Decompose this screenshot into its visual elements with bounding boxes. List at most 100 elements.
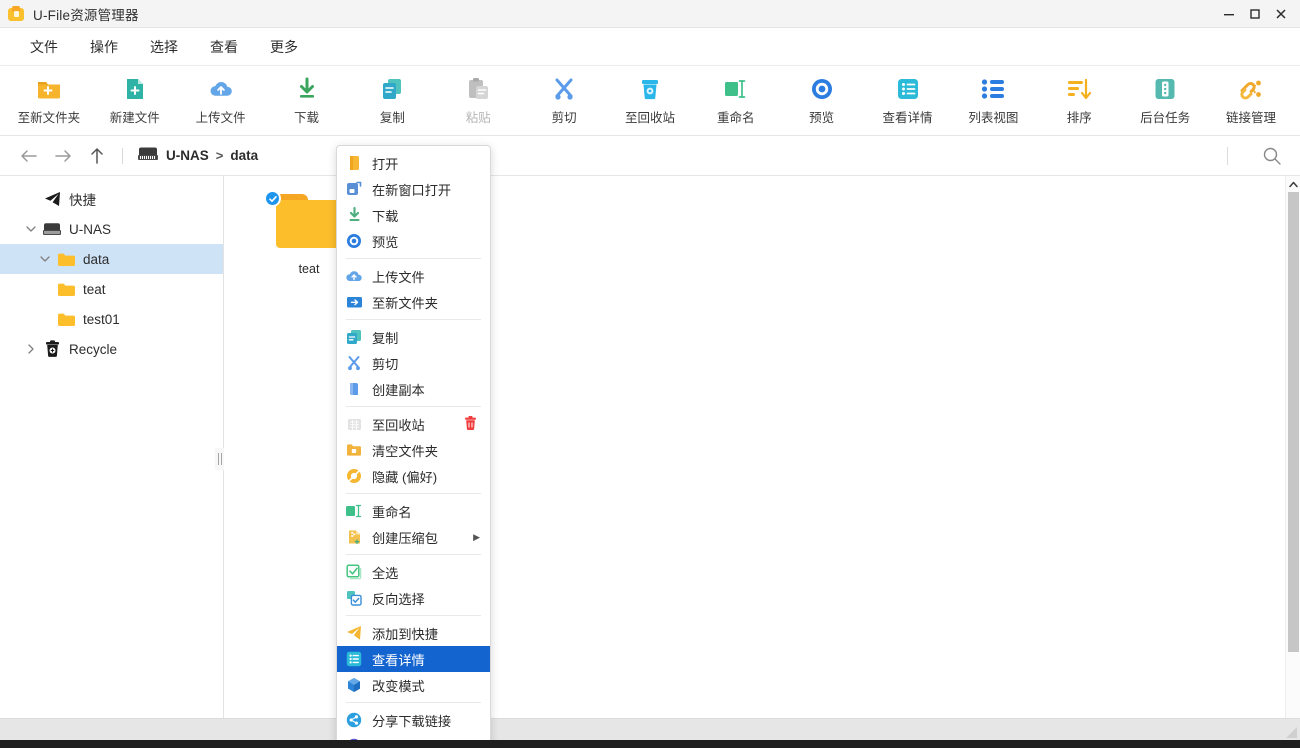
rename-icon [723,76,749,102]
context-menu-item-recycle-bin[interactable]: 至回收站 [337,411,490,437]
toolbar-label: 上传文件 [196,107,246,126]
minimize-icon[interactable] [1216,1,1242,27]
cloud-upload-icon [345,267,363,285]
context-menu-separator [346,319,481,320]
context-menu-item-preview[interactable]: 预览 [337,228,490,254]
toolbar-button-new-file[interactable]: 新建文件 [92,70,178,132]
toolbar-button-details[interactable]: 查看详情 [865,70,951,132]
context-menu-item-hide[interactable]: 隐藏 (偏好) [337,463,490,489]
context-menu-item-cut[interactable]: 剪切 [337,350,490,376]
paste-icon [465,76,491,102]
toolbar-button-paste[interactable]: 粘贴 [435,70,521,132]
context-menu-label: 隐藏 (偏好) [372,467,437,486]
invert-selection-icon [345,589,363,607]
context-menu-label: 打开 [372,154,398,173]
toolbar-button-link-manage[interactable]: 链接管理 [1208,70,1294,132]
toolbar-button-tasks[interactable]: 后台任务 [1122,70,1208,132]
download-icon [345,206,363,224]
menu-select[interactable]: 选择 [134,28,194,66]
eye-target-icon [809,76,835,102]
toolbar-button-upload[interactable]: 上传文件 [178,70,264,132]
status-bar [0,718,1300,740]
sidebar-item-shortcut[interactable]: 快捷 [0,184,223,214]
context-menu-item-create-archive[interactable]: 创建压缩包 ▶ [337,524,490,550]
context-menu-item-copy[interactable]: 复制 [337,324,490,350]
arrow-left-icon[interactable] [12,139,46,173]
toolbar-button-preview[interactable]: 预览 [779,70,865,132]
context-menu-item-open[interactable]: 打开 [337,150,490,176]
context-menu-item-share-upload-link[interactable]: 分享上传链接 [337,733,490,740]
context-menu-item-share-download-link[interactable]: 分享下载链接 [337,707,490,733]
context-menu-item-select-all[interactable]: 全选 [337,559,490,585]
vertical-scrollbar[interactable] [1285,176,1300,731]
toolbar-button-copy[interactable]: 复制 [349,70,435,132]
sidebar-item-unas[interactable]: U-NAS [0,214,223,244]
maximize-icon[interactable] [1242,1,1268,27]
arrow-right-icon[interactable] [46,139,80,173]
context-menu-item-invert-selection[interactable]: 反向选择 [337,585,490,611]
context-menu-item-rename[interactable]: 重命名 [337,498,490,524]
menu-action[interactable]: 操作 [74,28,134,66]
recycle-bin-icon [345,415,363,433]
sidebar-item-test01[interactable]: test01 [0,304,223,334]
sidebar-item-label: Recycle [69,342,117,357]
chevron-down-icon[interactable] [20,225,42,233]
context-menu-item-add-shortcut[interactable]: 添加到快捷 [337,620,490,646]
sidebar-item-teat[interactable]: teat [0,274,223,304]
toolbar-button-list-view[interactable]: 列表视图 [950,70,1036,132]
sidebar-splitter[interactable] [215,448,224,470]
context-menu[interactable]: 打开 在新窗口打开 下载 预览 上传文件 [336,145,491,740]
toolbar-button-sort[interactable]: 排序 [1036,70,1122,132]
resize-grip-icon[interactable] [1285,726,1298,739]
toolbar-label: 剪切 [552,107,577,126]
sidebar-item-label: test01 [83,312,120,327]
file-tile-label: teat [299,262,320,276]
send-icon [345,624,363,642]
chevron-right-icon[interactable] [20,344,42,354]
sidebar-item-label: U-NAS [69,222,111,237]
context-menu-item-empty-folder[interactable]: 清空文件夹 [337,437,490,463]
sidebar: 快捷 U-NAS [0,176,224,731]
context-menu-item-upload[interactable]: 上传文件 [337,263,490,289]
chevron-down-icon[interactable] [34,255,56,263]
toolbar-button-download[interactable]: 下载 [264,70,350,132]
toolbar-label: 链接管理 [1226,107,1276,126]
send-icon [42,191,62,208]
breadcrumb-item-0[interactable]: U-NAS [166,148,209,163]
toolbar: 至新文件夹 新建文件 上传文件 [0,66,1300,136]
context-menu-item-change-mode[interactable]: 改变模式 [337,672,490,698]
toolbar-label: 粘贴 [466,107,491,126]
close-icon[interactable] [1268,1,1294,27]
toolbar-button-cut[interactable]: 剪切 [521,70,607,132]
context-menu-item-view-details[interactable]: 查看详情 [337,646,490,672]
toolbar-button-new-folder[interactable]: 至新文件夹 [6,70,92,132]
folder-plus-icon [36,76,62,102]
context-menu-item-download[interactable]: 下载 [337,202,490,228]
context-menu-label: 反向选择 [372,589,425,608]
context-menu-item-open-new-window[interactable]: 在新窗口打开 [337,176,490,202]
search-icon[interactable] [1262,146,1282,166]
trash-red-icon[interactable] [463,415,478,431]
toolbar-button-recycle[interactable]: 至回收站 [607,70,693,132]
breadcrumb: U-NAS > data [137,146,258,165]
sidebar-item-data[interactable]: data [0,244,223,274]
chmod-icon [345,676,363,694]
breadcrumb-item-1[interactable]: data [230,148,258,163]
context-menu-item-duplicate[interactable]: 创建副本 [337,376,490,402]
menu-bar: 文件 操作 选择 查看 更多 [0,28,1300,66]
chevron-up-icon[interactable] [1286,176,1300,192]
menu-more[interactable]: 更多 [254,28,314,66]
arrow-up-icon[interactable] [80,139,114,173]
context-menu-label: 分享下载链接 [372,711,451,730]
new-window-icon [345,180,363,198]
cloud-upload-icon [208,76,234,102]
copy-icon [345,328,363,346]
menu-file[interactable]: 文件 [14,28,74,66]
toolbar-label: 新建文件 [110,107,160,126]
context-menu-item-move-to-new-folder[interactable]: 至新文件夹 [337,289,490,315]
folder-icon [56,282,76,297]
sidebar-item-recycle[interactable]: Recycle [0,334,223,364]
menu-view[interactable]: 查看 [194,28,254,66]
toolbar-button-rename[interactable]: 重命名 [693,70,779,132]
scrollbar-thumb[interactable] [1288,192,1299,652]
